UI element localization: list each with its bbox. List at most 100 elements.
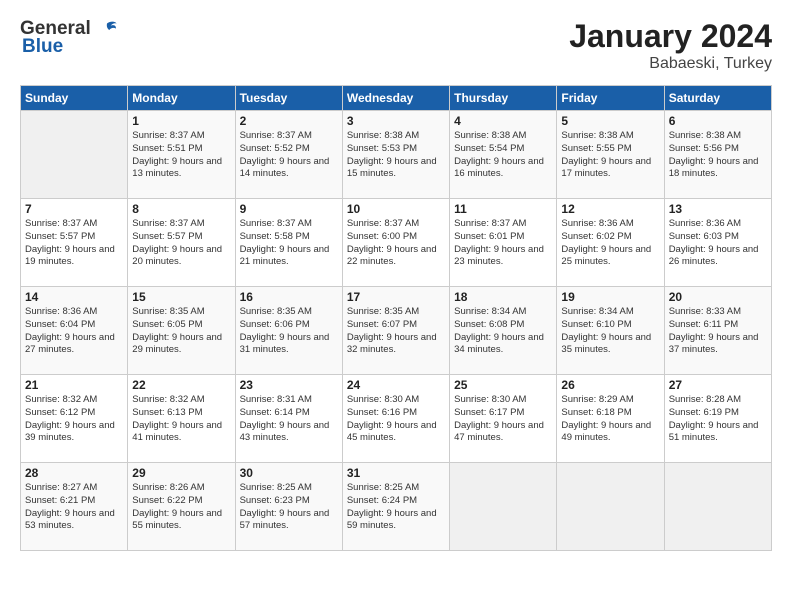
logo: General Blue [20,18,118,58]
day-number: 2 [240,114,338,128]
day-info: Sunrise: 8:35 AM Sunset: 6:05 PM Dayligh… [132,306,230,357]
day-info: Sunrise: 8:36 AM Sunset: 6:03 PM Dayligh… [669,218,767,269]
logo-bird-icon [96,18,118,40]
calendar-cell: 4 Sunrise: 8:38 AM Sunset: 5:54 PM Daylig… [450,111,557,199]
day-info: Sunrise: 8:37 AM Sunset: 5:52 PM Dayligh… [240,130,338,181]
day-info: Sunrise: 8:37 AM Sunset: 5:58 PM Dayligh… [240,218,338,269]
day-number: 19 [561,290,659,304]
calendar-cell: 7 Sunrise: 8:37 AM Sunset: 5:57 PM Daylig… [21,199,128,287]
calendar-cell: 10 Sunrise: 8:37 AM Sunset: 6:00 PM Dayli… [342,199,449,287]
day-info: Sunrise: 8:32 AM Sunset: 6:12 PM Dayligh… [25,394,123,445]
calendar-cell: 22Sunrise: 8:32 AM Sunset: 6:13 PM Dayli… [128,375,235,463]
day-number: 18 [454,290,552,304]
day-info: Sunrise: 8:36 AM Sunset: 6:04 PM Dayligh… [25,306,123,357]
day-number: 16 [240,290,338,304]
day-info: Sunrise: 8:27 AM Sunset: 6:21 PM Dayligh… [25,482,123,533]
calendar-cell: 26Sunrise: 8:29 AM Sunset: 6:18 PM Dayli… [557,375,664,463]
day-number: 22 [132,378,230,392]
title-section: January 2024 Babaeski, Turkey [569,18,772,73]
day-number: 30 [240,466,338,480]
day-info: Sunrise: 8:25 AM Sunset: 6:23 PM Dayligh… [240,482,338,533]
day-info: Sunrise: 8:25 AM Sunset: 6:24 PM Dayligh… [347,482,445,533]
calendar-cell: 2 Sunrise: 8:37 AM Sunset: 5:52 PM Daylig… [235,111,342,199]
day-number: 21 [25,378,123,392]
day-number: 26 [561,378,659,392]
calendar-cell: 8 Sunrise: 8:37 AM Sunset: 5:57 PM Daylig… [128,199,235,287]
calendar-title: January 2024 [569,18,772,55]
day-number: 15 [132,290,230,304]
day-number: 25 [454,378,552,392]
day-number: 17 [347,290,445,304]
day-number: 6 [669,114,767,128]
calendar-cell: 27 Sunrise: 8:28 AM Sunset: 6:19 PM Dayli… [664,375,771,463]
day-header-sunday: Sunday [21,86,128,111]
calendar-cell [21,111,128,199]
day-number: 10 [347,202,445,216]
day-number: 24 [347,378,445,392]
calendar-cell: 29 Sunrise: 8:26 AM Sunset: 6:22 PM Dayli… [128,463,235,551]
day-info: Sunrise: 8:30 AM Sunset: 6:17 PM Dayligh… [454,394,552,445]
calendar-cell: 23Sunrise: 8:31 AM Sunset: 6:14 PM Dayli… [235,375,342,463]
day-info: Sunrise: 8:37 AM Sunset: 5:57 PM Dayligh… [25,218,123,269]
day-number: 29 [132,466,230,480]
day-number: 7 [25,202,123,216]
day-number: 1 [132,114,230,128]
week-row-1: 1 Sunrise: 8:37 AM Sunset: 5:51 PM Daylig… [21,111,772,199]
calendar-cell: 21 Sunrise: 8:32 AM Sunset: 6:12 PM Dayli… [21,375,128,463]
day-info: Sunrise: 8:35 AM Sunset: 6:06 PM Dayligh… [240,306,338,357]
calendar-cell: 9 Sunrise: 8:37 AM Sunset: 5:58 PM Daylig… [235,199,342,287]
calendar-cell: 11 Sunrise: 8:37 AM Sunset: 6:01 PM Dayli… [450,199,557,287]
calendar-cell: 6Sunrise: 8:38 AM Sunset: 5:56 PM Daylig… [664,111,771,199]
day-info: Sunrise: 8:37 AM Sunset: 6:00 PM Dayligh… [347,218,445,269]
day-number: 9 [240,202,338,216]
day-number: 11 [454,202,552,216]
calendar-cell: 28Sunrise: 8:27 AM Sunset: 6:21 PM Dayli… [21,463,128,551]
calendar-cell: 19 Sunrise: 8:34 AM Sunset: 6:10 PM Dayli… [557,287,664,375]
day-info: Sunrise: 8:37 AM Sunset: 5:57 PM Dayligh… [132,218,230,269]
calendar-cell [557,463,664,551]
day-info: Sunrise: 8:37 AM Sunset: 6:01 PM Dayligh… [454,218,552,269]
day-info: Sunrise: 8:38 AM Sunset: 5:55 PM Dayligh… [561,130,659,181]
calendar-cell: 12Sunrise: 8:36 AM Sunset: 6:02 PM Dayli… [557,199,664,287]
calendar-page: General Blue January 2024 Babaeski, Turk… [0,0,792,612]
calendar-cell: 31 Sunrise: 8:25 AM Sunset: 6:24 PM Dayli… [342,463,449,551]
calendar-cell: 30 Sunrise: 8:25 AM Sunset: 6:23 PM Dayli… [235,463,342,551]
day-header-wednesday: Wednesday [342,86,449,111]
calendar-subtitle: Babaeski, Turkey [569,55,772,73]
week-row-3: 14Sunrise: 8:36 AM Sunset: 6:04 PM Dayli… [21,287,772,375]
calendar-cell: 13Sunrise: 8:36 AM Sunset: 6:03 PM Dayli… [664,199,771,287]
day-info: Sunrise: 8:26 AM Sunset: 6:22 PM Dayligh… [132,482,230,533]
day-number: 5 [561,114,659,128]
calendar-cell: 25 Sunrise: 8:30 AM Sunset: 6:17 PM Dayli… [450,375,557,463]
day-info: Sunrise: 8:34 AM Sunset: 6:10 PM Dayligh… [561,306,659,357]
calendar-cell: 18 Sunrise: 8:34 AM Sunset: 6:08 PM Dayli… [450,287,557,375]
calendar-cell: 24Sunrise: 8:30 AM Sunset: 6:16 PM Dayli… [342,375,449,463]
calendar-cell: 15 Sunrise: 8:35 AM Sunset: 6:05 PM Dayli… [128,287,235,375]
day-number: 23 [240,378,338,392]
calendar-cell: 17 Sunrise: 8:35 AM Sunset: 6:07 PM Dayli… [342,287,449,375]
calendar-table: SundayMondayTuesdayWednesdayThursdayFrid… [20,85,772,551]
week-row-5: 28Sunrise: 8:27 AM Sunset: 6:21 PM Dayli… [21,463,772,551]
day-number: 4 [454,114,552,128]
day-info: Sunrise: 8:34 AM Sunset: 6:08 PM Dayligh… [454,306,552,357]
day-header-friday: Friday [557,86,664,111]
day-info: Sunrise: 8:35 AM Sunset: 6:07 PM Dayligh… [347,306,445,357]
day-info: Sunrise: 8:37 AM Sunset: 5:51 PM Dayligh… [132,130,230,181]
calendar-cell: 1 Sunrise: 8:37 AM Sunset: 5:51 PM Daylig… [128,111,235,199]
calendar-cell [450,463,557,551]
calendar-cell: 5 Sunrise: 8:38 AM Sunset: 5:55 PM Daylig… [557,111,664,199]
day-number: 31 [347,466,445,480]
day-header-saturday: Saturday [664,86,771,111]
day-header-monday: Monday [128,86,235,111]
day-info: Sunrise: 8:36 AM Sunset: 6:02 PM Dayligh… [561,218,659,269]
week-row-4: 21 Sunrise: 8:32 AM Sunset: 6:12 PM Dayli… [21,375,772,463]
day-info: Sunrise: 8:38 AM Sunset: 5:54 PM Dayligh… [454,130,552,181]
day-number: 8 [132,202,230,216]
week-row-2: 7 Sunrise: 8:37 AM Sunset: 5:57 PM Daylig… [21,199,772,287]
calendar-body: 1 Sunrise: 8:37 AM Sunset: 5:51 PM Daylig… [21,111,772,551]
day-number: 3 [347,114,445,128]
day-info: Sunrise: 8:28 AM Sunset: 6:19 PM Dayligh… [669,394,767,445]
calendar-cell: 20Sunrise: 8:33 AM Sunset: 6:11 PM Dayli… [664,287,771,375]
day-info: Sunrise: 8:33 AM Sunset: 6:11 PM Dayligh… [669,306,767,357]
day-number: 27 [669,378,767,392]
